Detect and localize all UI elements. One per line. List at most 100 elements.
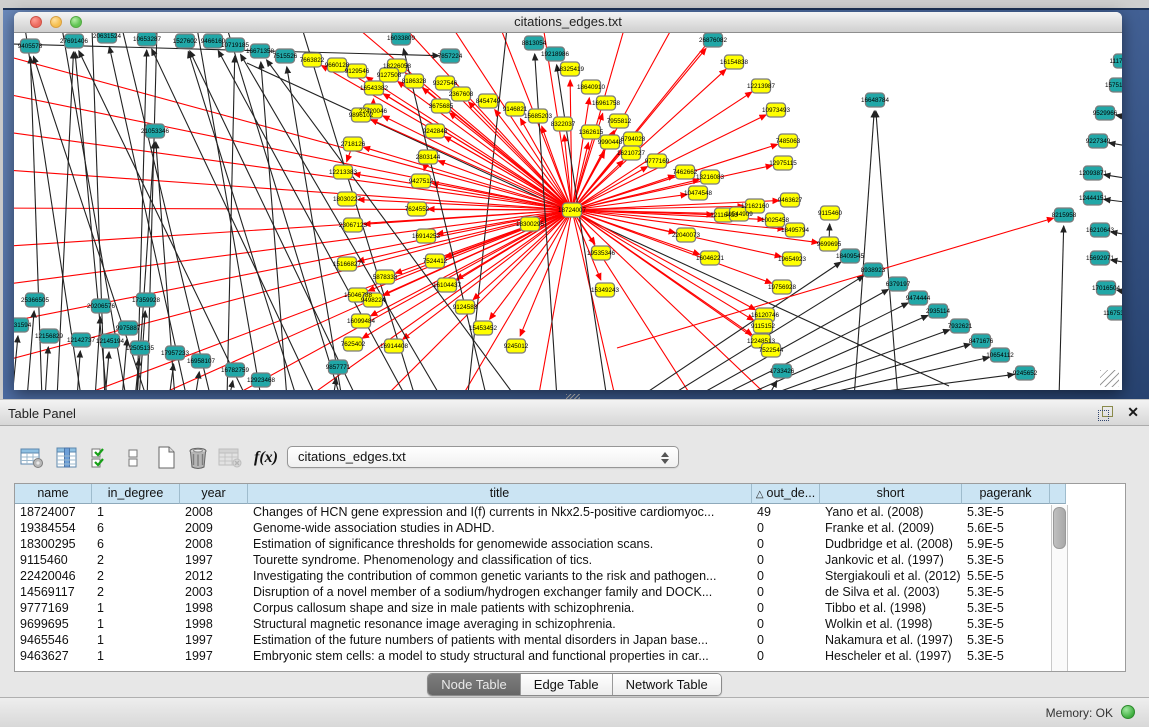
graph-node-label: 11175339 bbox=[1109, 58, 1122, 65]
table-row[interactable]: 969969511998Structural magnetic resonanc… bbox=[15, 616, 1125, 632]
table-row[interactable]: 1830029562008Estimation of significance … bbox=[15, 536, 1125, 552]
cell-pagerank: 5.9E-5 bbox=[962, 536, 1050, 552]
delete-attribute-icon[interactable] bbox=[184, 445, 212, 471]
cell-name: 9465546 bbox=[15, 632, 92, 648]
graph-node-label: 13216083 bbox=[696, 174, 725, 181]
select-rows-checked-icon[interactable] bbox=[89, 445, 113, 471]
cell-short: Dudbridge et al. (2008) bbox=[820, 536, 962, 552]
tab-node-table[interactable]: Node Table bbox=[428, 674, 521, 695]
selected-network-name: citations_edges.txt bbox=[298, 449, 406, 464]
graph-node-label: 9975887 bbox=[116, 325, 141, 332]
graph-node-label: 2935114 bbox=[926, 308, 951, 315]
column-header-year[interactable]: year bbox=[180, 484, 248, 504]
graph-node-label: 18724007 bbox=[558, 207, 587, 214]
graph-node-label: 9242848 bbox=[423, 128, 448, 135]
graph-node-label: 7624552 bbox=[405, 206, 430, 213]
table-row[interactable]: 911546021997Tourette syndrome. Phenomeno… bbox=[15, 552, 1125, 568]
cell-in_degree: 2 bbox=[92, 584, 180, 600]
table-row[interactable]: 1938455462009Genome-wide association stu… bbox=[15, 520, 1125, 536]
graph-node-label: 12093871 bbox=[1079, 170, 1108, 177]
cell-year: 1997 bbox=[180, 552, 248, 568]
graph-node-label: 12248513 bbox=[747, 338, 776, 345]
cell-short: Stergiakouli et al. (2012) bbox=[820, 568, 962, 584]
column-header-in_degree[interactable]: in_degree bbox=[92, 484, 180, 504]
tab-edge-table[interactable]: Edge Table bbox=[521, 674, 613, 695]
graph-node-label: 16104437 bbox=[433, 282, 462, 289]
graph-node-label: 20206576 bbox=[87, 303, 116, 310]
graph-node-label: 12975115 bbox=[769, 160, 797, 167]
cell-title: Embryonic stem cells: a model to study s… bbox=[248, 648, 752, 664]
table-row[interactable]: 1456911722003Disruption of a novel membe… bbox=[15, 584, 1125, 600]
graph-node-label: 15349243 bbox=[591, 287, 620, 294]
cell-year: 2008 bbox=[180, 504, 248, 520]
table-row[interactable]: 1872400712008Changes of HCN gene express… bbox=[15, 504, 1125, 520]
edge bbox=[1059, 226, 1064, 390]
table-row[interactable]: 977716911998Corpus callosum shape and si… bbox=[15, 600, 1125, 616]
rows-icon[interactable] bbox=[124, 445, 142, 471]
graph-node-label: 16914408 bbox=[380, 343, 409, 350]
function-builder-icon[interactable]: f(x) bbox=[251, 445, 281, 471]
cell-title: Estimation of significance thresholds fo… bbox=[248, 536, 752, 552]
column-header-out_de[interactable]: △out_de... bbox=[752, 484, 820, 504]
graph-node-label: 7524412 bbox=[423, 258, 448, 265]
graph-node-label: 7522544 bbox=[759, 347, 784, 354]
graph-node-label: 9124583 bbox=[453, 304, 478, 311]
cell-out_de: 0 bbox=[752, 520, 820, 536]
network-window-title: citations_edges.txt bbox=[14, 14, 1122, 29]
table-row[interactable]: 2242004622012Investigating the contribut… bbox=[15, 568, 1125, 584]
cell-pagerank: 5.3E-5 bbox=[962, 600, 1050, 616]
float-panel-icon[interactable] bbox=[1098, 406, 1113, 420]
graph-node-label: 8215958 bbox=[1052, 212, 1077, 219]
edge bbox=[876, 111, 898, 390]
edge bbox=[1109, 143, 1122, 151]
graph-node-label: 7932621 bbox=[948, 323, 973, 330]
table-vertical-scrollbar[interactable] bbox=[1051, 505, 1068, 671]
graph-node-label: 16046221 bbox=[696, 255, 725, 262]
network-view-window[interactable]: citations_edges.txt 94055782769140620631… bbox=[14, 12, 1122, 390]
cell-out_de: 0 bbox=[752, 584, 820, 600]
table-settings-icon[interactable] bbox=[18, 445, 46, 471]
cell-in_degree: 1 bbox=[92, 600, 180, 616]
window-resize-grip[interactable] bbox=[1100, 370, 1119, 387]
cell-year: 1997 bbox=[180, 648, 248, 664]
scrollbar-thumb[interactable] bbox=[1053, 507, 1066, 549]
edge bbox=[147, 33, 157, 390]
cell-out_de: 0 bbox=[752, 536, 820, 552]
graph-node-label: 2803144 bbox=[416, 154, 441, 161]
column-header-pagerank[interactable]: pagerank bbox=[962, 484, 1050, 504]
memory-status-label: Memory: OK bbox=[1046, 706, 1113, 720]
graph-node-label: 9245652 bbox=[1013, 370, 1038, 377]
cell-pagerank: 5.3E-5 bbox=[962, 552, 1050, 568]
graph-node-label: 26876082 bbox=[699, 37, 728, 44]
close-panel-icon[interactable]: ✕ bbox=[1127, 404, 1139, 420]
graph-node-label: 18409545 bbox=[836, 253, 865, 260]
graph-node-label: 9990448 bbox=[598, 139, 623, 146]
select-columns-icon[interactable] bbox=[53, 445, 81, 471]
network-table-selector[interactable]: citations_edges.txt bbox=[287, 446, 679, 468]
cell-out_de: 0 bbox=[752, 568, 820, 584]
new-table-icon[interactable] bbox=[152, 445, 180, 471]
network-canvas[interactable]: 9405578276914062063152410653287152760294… bbox=[14, 33, 1122, 390]
column-header-short[interactable]: short bbox=[820, 484, 962, 504]
edge bbox=[227, 33, 342, 390]
graph-node-label: 16154838 bbox=[720, 59, 749, 66]
graph-node-label: 19218986 bbox=[541, 51, 570, 58]
table-row[interactable]: 946362711997Embryonic stem cells: a mode… bbox=[15, 648, 1125, 664]
cell-pagerank: 5.3E-5 bbox=[962, 648, 1050, 664]
column-header-name[interactable]: name bbox=[15, 484, 92, 504]
memory-ok-indicator[interactable] bbox=[1121, 705, 1135, 719]
tab-network-table[interactable]: Network Table bbox=[613, 674, 721, 695]
cell-out_de: 0 bbox=[752, 552, 820, 568]
graph-node-label: 20631524 bbox=[93, 33, 122, 40]
network-window-titlebar[interactable]: citations_edges.txt bbox=[14, 12, 1122, 33]
cell-out_de: 0 bbox=[752, 600, 820, 616]
graph-node-label: 8322037 bbox=[551, 121, 576, 128]
panel-resize-grip[interactable] bbox=[566, 394, 580, 399]
citation-network-graph: 9405578276914062063152410653287152760294… bbox=[14, 33, 1122, 390]
column-header-title[interactable]: title bbox=[248, 484, 752, 504]
table-row[interactable]: 946554611997Estimation of the future num… bbox=[15, 632, 1125, 648]
graph-node-label: 2367608 bbox=[449, 91, 474, 98]
edge bbox=[137, 50, 147, 390]
graph-node-label: 18495794 bbox=[781, 227, 810, 234]
cell-title: Disruption of a novel member of a sodium… bbox=[248, 584, 752, 600]
